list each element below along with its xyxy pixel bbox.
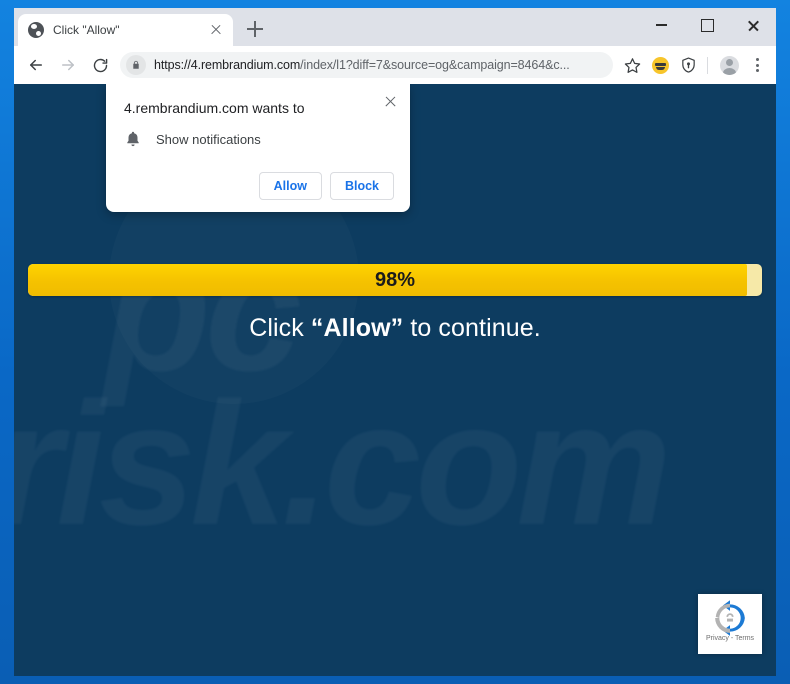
- page-headline: Click “Allow” to continue.: [14, 314, 776, 343]
- chrome-menu-icon[interactable]: [744, 52, 770, 78]
- extension-shield-icon[interactable]: [675, 52, 701, 78]
- headline-emphasis: “Allow”: [310, 314, 404, 342]
- maximize-button[interactable]: [684, 8, 730, 42]
- browser-toolbar: https://4.rembrandium.com/index/l1?diff=…: [14, 46, 776, 84]
- lock-icon: [126, 55, 146, 75]
- browser-window: Click "Allow" https://4.rembrandium.com/…: [14, 8, 776, 676]
- permission-dialog-title: 4.rembrandium.com wants to: [124, 100, 305, 116]
- recaptcha-icon: [715, 600, 745, 636]
- progress-percent-label: 98%: [374, 268, 416, 291]
- window-frame: Click "Allow" https://4.rembrandium.com/…: [0, 0, 790, 684]
- toolbar-divider: [707, 56, 708, 74]
- permission-dialog-actions: Allow Block: [124, 172, 394, 200]
- progress-bar: 98%: [28, 264, 762, 296]
- new-tab-button[interactable]: [241, 15, 269, 43]
- watermark-line-1: pc: [14, 223, 776, 398]
- recaptcha-text: Privacy - Terms: [705, 635, 755, 642]
- browser-tab[interactable]: Click "Allow": [18, 14, 233, 46]
- bookmark-star-icon[interactable]: [619, 52, 645, 78]
- window-controls: [638, 8, 776, 42]
- page-viewport: pc risk.com 98% Click “Allow” to continu…: [14, 84, 776, 676]
- permission-label: Show notifications: [156, 131, 261, 147]
- close-window-button[interactable]: [730, 8, 776, 42]
- avatar[interactable]: [716, 52, 742, 78]
- tab-strip: Click "Allow": [14, 8, 776, 46]
- bell-icon: [127, 131, 139, 147]
- back-button[interactable]: [22, 51, 50, 79]
- close-tab-icon[interactable]: [207, 21, 225, 39]
- allow-button[interactable]: Allow: [258, 172, 322, 200]
- url-text: https://4.rembrandium.com/index/l1?diff=…: [154, 58, 570, 72]
- headline-prefix: Click: [249, 314, 311, 342]
- close-icon[interactable]: [380, 92, 400, 112]
- headline-suffix: to continue.: [403, 314, 541, 342]
- globe-icon: [28, 22, 44, 38]
- extension-smiley-icon[interactable]: [647, 52, 673, 78]
- watermark-line-2: risk.com: [14, 377, 776, 552]
- block-button[interactable]: Block: [329, 172, 394, 200]
- tab-title: Click "Allow": [53, 23, 120, 37]
- minimize-button[interactable]: [638, 8, 684, 42]
- permission-row: Show notifications: [124, 130, 394, 148]
- forward-button: [54, 51, 82, 79]
- notification-permission-dialog: 4.rembrandium.com wants to Show notifica…: [106, 84, 410, 212]
- recaptcha-badge[interactable]: Privacy - Terms: [698, 594, 762, 654]
- address-bar[interactable]: https://4.rembrandium.com/index/l1?diff=…: [120, 52, 613, 78]
- reload-button[interactable]: [86, 51, 114, 79]
